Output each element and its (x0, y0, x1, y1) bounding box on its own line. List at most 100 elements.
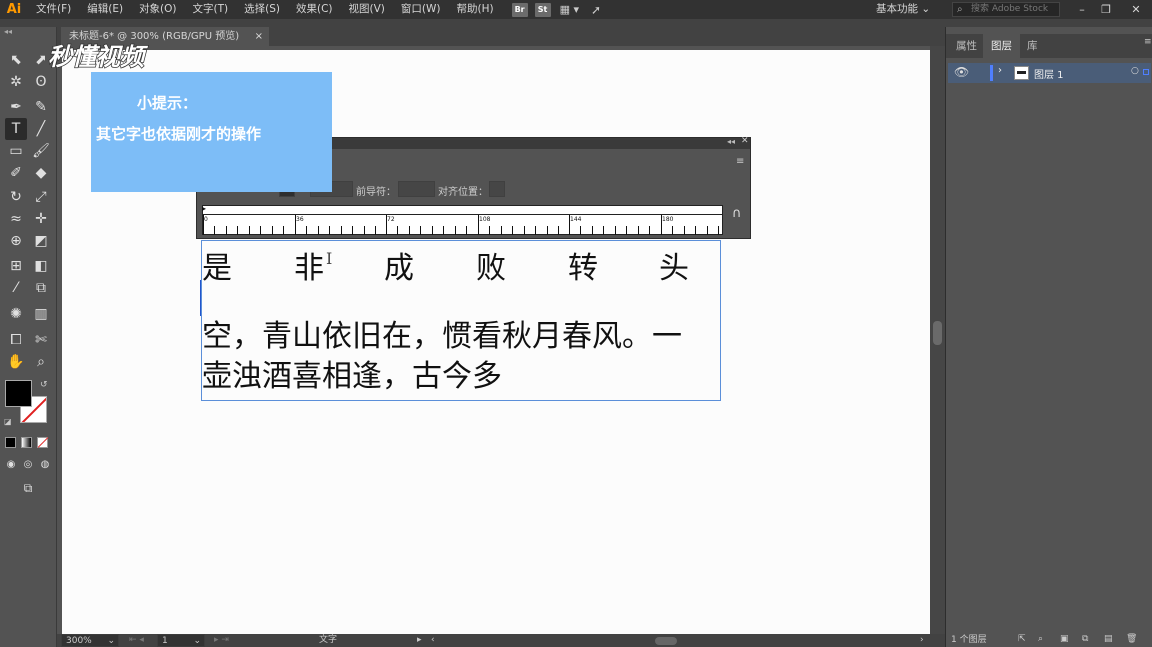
ruler-number: 36 (296, 216, 304, 223)
zoom-select[interactable]: 300% ⌄ (61, 634, 119, 647)
stock-button[interactable]: St (534, 2, 551, 17)
column-graph-icon[interactable]: ▥ (30, 303, 52, 325)
align-on-input[interactable] (489, 181, 505, 197)
eye-icon[interactable]: 👁 (954, 65, 969, 79)
selection-icon[interactable]: ⬉ (5, 49, 27, 71)
new-sublayer-icon[interactable]: ⧉ (1082, 634, 1088, 644)
paintbrush-icon[interactable]: 🖌 (30, 140, 52, 162)
control-strip (0, 19, 1152, 27)
clipping-mask-icon[interactable]: ▣ (1060, 634, 1069, 644)
perspective-grid-icon[interactable]: ◩ (30, 230, 52, 252)
gradient-mode-swatch[interactable] (21, 437, 32, 448)
ruler-number: 72 (387, 216, 395, 223)
menu-window[interactable]: 窗口(W) (393, 0, 449, 19)
shape-builder-icon[interactable]: ⊕ (5, 230, 27, 252)
layer-row[interactable]: 👁 › 图层 1 ○ (948, 63, 1151, 83)
ruler-minor-tick (489, 226, 490, 235)
line-segment-icon[interactable]: ╱ (30, 118, 52, 140)
close-window-button[interactable]: ✕ (1124, 0, 1148, 19)
tab-properties[interactable]: 属性 (948, 34, 985, 58)
tab-stop-track[interactable]: ▸ (202, 204, 723, 215)
expand-arrow-icon[interactable]: › (998, 65, 1002, 76)
minimize-button[interactable]: – (1070, 0, 1094, 19)
workspace-switcher[interactable]: 基本功能 ⌄ (876, 0, 930, 19)
menu-object[interactable]: 对象(O) (131, 0, 184, 19)
lasso-icon[interactable]: ʘ (30, 71, 52, 93)
horizontal-scrollbar-thumb[interactable] (655, 637, 677, 645)
gpu-performance-icon[interactable]: ➚ (591, 3, 601, 17)
screen-mode-icon[interactable]: ⧉ (17, 477, 39, 499)
eyedropper-icon[interactable]: ⁄ (5, 277, 27, 299)
eraser-icon[interactable]: ◆ (30, 162, 52, 184)
panel-menu-icon[interactable]: ≡ (1144, 37, 1152, 47)
curvature-icon[interactable]: ✎ (30, 96, 52, 118)
collapse-panel-icon[interactable]: ◂◂ (727, 137, 735, 146)
scale-icon[interactable]: ⤢ (30, 186, 52, 208)
menu-type[interactable]: 文字(T) (185, 0, 237, 19)
free-transform-icon[interactable]: ✛ (30, 208, 52, 230)
default-colors-icon[interactable]: ◪ (4, 417, 12, 426)
ruler-minor-tick (455, 226, 456, 235)
restore-button[interactable]: ❐ (1094, 0, 1118, 19)
menu-edit[interactable]: 编辑(E) (79, 0, 131, 19)
none-mode-swatch[interactable] (37, 437, 49, 448)
ruler-number: 144 (570, 216, 582, 223)
stock-search-input[interactable]: ⌕ 搜索 Adobe Stock (952, 2, 1060, 17)
first-artboard-icon[interactable]: ⇤ ◂ (129, 634, 144, 647)
menu-help[interactable]: 帮助(H) (449, 0, 502, 19)
slice-icon[interactable]: ✄ (30, 329, 52, 351)
bridge-button[interactable]: Br (511, 2, 528, 17)
magic-wand-icon[interactable]: ✲ (5, 71, 27, 93)
shaper-icon[interactable]: ✐ (5, 162, 27, 184)
menu-select[interactable]: 选择(S) (236, 0, 288, 19)
scrollbar-thumb[interactable] (933, 321, 942, 345)
scroll-left-icon[interactable]: ‹ (431, 634, 435, 647)
leader-input[interactable] (398, 181, 435, 197)
text-frame[interactable]: 是 非 成 败 转 头 I 空，青山依旧在，惯看秋月春风。一 壶浊酒喜相逢，古今… (200, 240, 721, 401)
blend-icon[interactable]: ⧉ (30, 277, 52, 299)
locate-object-icon[interactable]: ⌕ (1038, 634, 1043, 644)
type-tool-icon[interactable]: T (5, 118, 27, 140)
artboard-icon[interactable]: ⧠ (5, 329, 27, 351)
symbol-sprayer-icon[interactable]: ✺ (5, 303, 27, 325)
rotate-icon[interactable]: ↻ (5, 186, 27, 208)
delete-layer-icon[interactable]: 🗑 (1126, 634, 1137, 644)
ruler-minor-tick (237, 226, 238, 235)
ruler-minor-tick (649, 226, 650, 235)
status-menu-icon[interactable]: ▸ (417, 634, 422, 647)
vertical-scrollbar[interactable] (930, 46, 945, 634)
zoom-icon[interactable]: ⌕ (30, 351, 52, 373)
fill-swatch[interactable] (5, 380, 32, 407)
collapse-icon[interactable]: ◂◂ (4, 27, 12, 36)
target-icon[interactable]: ○ (1131, 66, 1139, 76)
panel-menu-icon[interactable]: ≡ (736, 156, 744, 167)
rectangle-icon[interactable]: ▭ (5, 140, 27, 162)
close-panel-icon[interactable]: ✕ (741, 136, 749, 146)
export-icon[interactable]: ⇱ (1018, 634, 1026, 644)
ruler-minor-tick (318, 226, 319, 235)
hand-icon[interactable]: ✋ (5, 351, 27, 373)
menu-file[interactable]: 文件(F) (28, 0, 79, 19)
close-tab-icon[interactable]: × (255, 27, 263, 46)
tab-ruler[interactable]: ▸ 0 36 72 108 144 180 (202, 204, 723, 235)
artboard-number-select[interactable]: 1 ⌄ (157, 634, 205, 647)
tab-libraries[interactable]: 库 (1019, 34, 1046, 58)
scroll-right-icon[interactable]: › (920, 634, 924, 647)
snap-to-frame-icon[interactable]: ∩ (732, 206, 742, 221)
draw-inside-icon[interactable]: ◍ (34, 454, 56, 476)
new-layer-icon[interactable]: ▤ (1104, 634, 1113, 644)
pen-icon[interactable]: ✒ (5, 96, 27, 118)
tab-layers[interactable]: 图层 (983, 34, 1020, 58)
warp-icon[interactable]: ≈ (5, 208, 27, 230)
swap-colors-icon[interactable]: ↺ (40, 380, 48, 390)
ruler-minor-tick (672, 226, 673, 235)
last-artboard-icon[interactable]: ▸ ⇥ (214, 634, 229, 647)
color-mode-swatch[interactable] (5, 437, 16, 448)
mesh-icon[interactable]: ⊞ (5, 255, 27, 277)
menu-effect[interactable]: 效果(C) (288, 0, 341, 19)
selection-indicator[interactable] (1143, 69, 1149, 75)
menu-view[interactable]: 视图(V) (341, 0, 393, 19)
arrange-documents-icon[interactable]: ▦ ▾ (560, 3, 579, 16)
gradient-icon[interactable]: ◧ (30, 255, 52, 277)
layer-name[interactable]: 图层 1 (1034, 66, 1064, 81)
